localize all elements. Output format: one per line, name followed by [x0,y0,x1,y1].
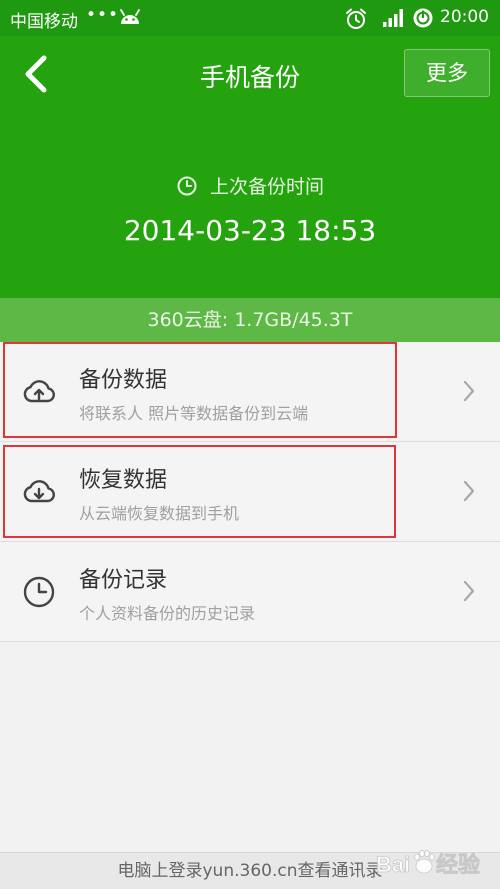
cloud-storage-usage: 360云盘: 1.7GB/45.3T [0,298,500,342]
more-button[interactable]: 更多 [404,49,490,97]
chevron-right-icon [463,480,475,502]
android-icon [120,9,140,24]
list-item-subtitle: 将联系人 照片等数据备份到云端 [79,404,309,423]
sync-icon [413,8,433,28]
cloud-download-icon [23,480,55,503]
list-item-title: 备份数据 [79,368,168,393]
last-backup-label-row: 上次备份时间 [0,172,500,199]
signal-icon [383,9,403,27]
clock-icon [177,176,197,196]
carrier-name: 中国移动 [10,12,78,32]
list-item-title: 恢复数据 [79,468,168,493]
footer-link[interactable]: 电脑上登录yun.360.cn查看通讯录 [0,852,500,889]
list-item-subtitle: 个人资料备份的历史记录 [79,604,256,623]
clock-icon [23,576,55,608]
list-item-restore-data[interactable]: 恢复数据 从云端恢复数据到手机 [0,442,500,542]
clock-time: 20:00 [440,7,489,27]
chevron-right-icon [463,380,475,402]
list-item-title: 备份记录 [79,568,168,593]
action-list: 备份数据 将联系人 照片等数据备份到云端 恢复数据 从云端恢复数据到手机 备份记… [0,342,500,642]
last-backup-label: 上次备份时间 [209,176,324,198]
list-item-backup-data[interactable]: 备份数据 将联系人 照片等数据备份到云端 [0,342,500,442]
list-item-subtitle: 从云端恢复数据到手机 [79,504,240,523]
last-backup-time: 2014-03-23 18:53 [123,214,377,247]
header-panel: 手机备份 更多 上次备份时间 2014-03-23 18:53 [0,36,500,298]
chevron-right-icon [463,580,475,602]
cloud-upload-icon [23,380,55,403]
nav-bar: 手机备份 更多 [0,36,500,112]
alarm-icon [346,8,366,29]
status-bar: 中国移动 ••• 20:00 [0,0,500,36]
notification-dots: ••• [86,5,120,25]
list-item-backup-history[interactable]: 备份记录 个人资料备份的历史记录 [0,542,500,642]
